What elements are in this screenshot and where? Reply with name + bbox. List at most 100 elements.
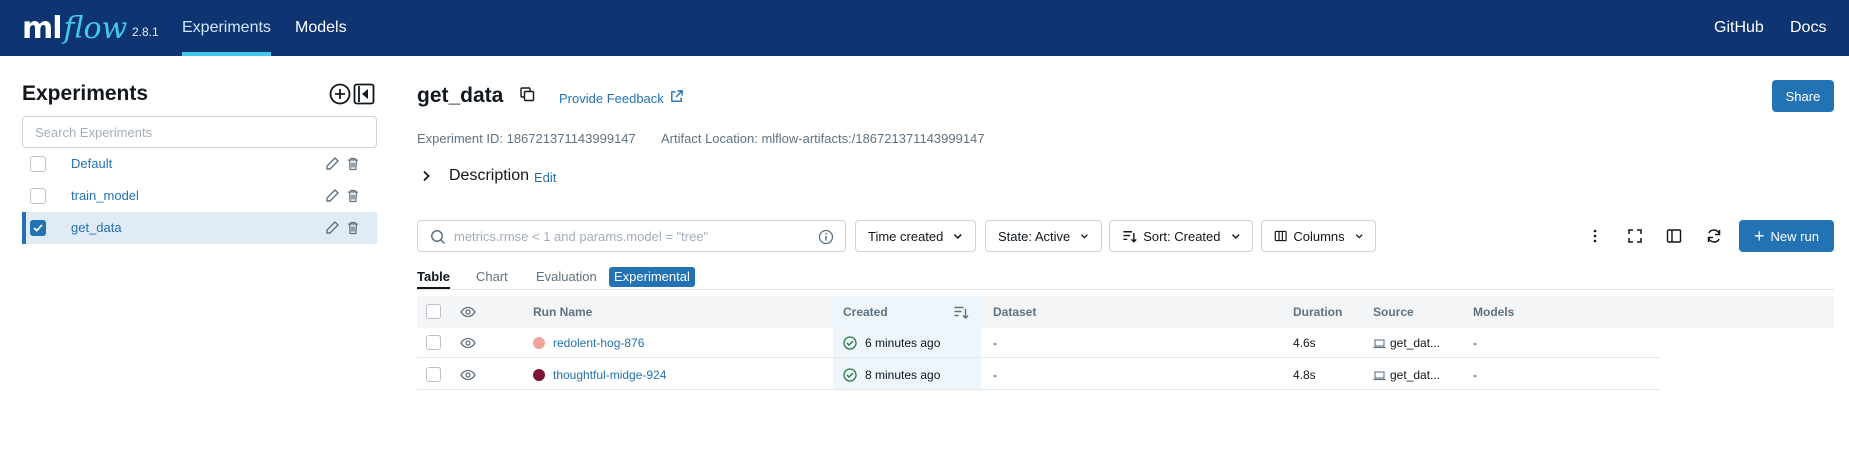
column-header-created[interactable]: Created: [843, 305, 888, 319]
columns-dropdown[interactable]: Columns: [1261, 220, 1376, 252]
search-experiments-input[interactable]: [22, 116, 377, 148]
run-color-dot[interactable]: [533, 337, 545, 349]
columns-icon: [1274, 230, 1287, 242]
experiment-name[interactable]: train_model: [71, 188, 139, 203]
add-experiment-icon[interactable]: [329, 83, 351, 105]
experimental-badge: Experimental: [609, 267, 695, 287]
tab-evaluation[interactable]: Evaluation: [536, 269, 597, 284]
nav-models[interactable]: Models: [295, 0, 347, 56]
time-created-dropdown[interactable]: Time created: [855, 220, 976, 252]
logo-ml-text: ml: [22, 10, 63, 46]
check-circle-icon: [843, 336, 857, 350]
sidebar-item-get-data[interactable]: get_data: [22, 212, 377, 244]
new-run-label: New run: [1770, 228, 1819, 244]
state-label: State: Active: [998, 228, 1071, 244]
sort-dropdown[interactable]: Sort: Created: [1109, 220, 1253, 252]
tabs-divider: [417, 289, 1834, 290]
dataset-value: -: [993, 336, 997, 350]
more-options-icon[interactable]: [1587, 228, 1603, 244]
column-header-source[interactable]: Source: [1373, 305, 1414, 319]
side-panel-icon[interactable]: [1666, 228, 1682, 244]
trash-icon[interactable]: [345, 156, 361, 172]
duration-value: 4.6s: [1293, 336, 1316, 350]
experiment-checkbox[interactable]: [30, 156, 46, 172]
eye-icon[interactable]: [460, 335, 476, 351]
edit-icon[interactable]: [324, 220, 340, 236]
run-search-box[interactable]: [417, 220, 846, 252]
row-divider: [417, 389, 1660, 390]
column-header-run-name[interactable]: Run Name: [533, 305, 592, 319]
external-link-icon[interactable]: [669, 89, 684, 104]
created-value: 6 minutes ago: [865, 336, 941, 350]
top-navbar: ml flow 2.8.1 Experiments Models GitHub D…: [0, 0, 1849, 56]
tab-chart[interactable]: Chart: [476, 269, 508, 284]
fullscreen-icon[interactable]: [1627, 228, 1643, 244]
sidebar-title: Experiments: [22, 82, 149, 105]
source-value[interactable]: get_dat...: [1390, 368, 1440, 382]
column-header-dataset[interactable]: Dataset: [993, 305, 1036, 319]
edit-icon[interactable]: [324, 156, 340, 172]
run-color-dot[interactable]: [533, 369, 545, 381]
provide-feedback-link[interactable]: Provide Feedback: [559, 91, 664, 106]
plus-icon: +: [1754, 226, 1765, 246]
eye-icon[interactable]: [460, 304, 476, 320]
experiment-title: get_data: [417, 84, 504, 107]
experiment-name[interactable]: get_data: [71, 220, 122, 235]
run-search-input[interactable]: [454, 226, 804, 246]
duration-value: 4.8s: [1293, 368, 1316, 382]
refresh-icon[interactable]: [1706, 228, 1722, 244]
share-button[interactable]: Share: [1772, 80, 1834, 112]
chevron-right-icon[interactable]: [419, 169, 433, 183]
artifact-location: Artifact Location: mlflow-artifacts:/186…: [661, 131, 985, 146]
copy-icon[interactable]: [519, 86, 535, 102]
eye-icon[interactable]: [460, 367, 476, 383]
checkmark-icon: [33, 224, 43, 232]
source-value[interactable]: get_dat...: [1390, 336, 1440, 350]
chevron-down-icon: [1355, 234, 1363, 239]
nav-github[interactable]: GitHub: [1714, 0, 1764, 56]
time-created-label: Time created: [868, 228, 944, 244]
laptop-icon: [1373, 339, 1386, 349]
new-run-button[interactable]: + New run: [1739, 220, 1834, 252]
sidebar-item-train-model[interactable]: train_model: [22, 180, 377, 212]
version-label: 2.8.1: [132, 25, 159, 39]
sort-label: Sort: Created: [1143, 228, 1221, 244]
sidebar-item-default[interactable]: Default: [22, 148, 377, 180]
edit-icon[interactable]: [324, 188, 340, 204]
experiment-checkbox[interactable]: [30, 188, 46, 204]
experiment-name[interactable]: Default: [71, 156, 112, 171]
sort-icon: [1123, 231, 1137, 243]
logo-flow-text: flow: [63, 10, 128, 46]
trash-icon[interactable]: [345, 188, 361, 204]
row-checkbox[interactable]: [426, 335, 441, 350]
experiment-checkbox-checked[interactable]: [30, 220, 46, 236]
column-header-models[interactable]: Models: [1473, 305, 1514, 319]
dataset-value: -: [993, 368, 997, 382]
laptop-icon: [1373, 371, 1386, 381]
models-value: -: [1473, 368, 1477, 382]
collapse-sidebar-icon[interactable]: [353, 83, 375, 105]
search-icon: [431, 230, 446, 245]
state-dropdown[interactable]: State: Active: [985, 220, 1102, 252]
select-all-checkbox[interactable]: [426, 304, 441, 319]
mlflow-logo[interactable]: ml flow: [22, 4, 127, 52]
tab-table[interactable]: Table: [417, 269, 450, 284]
description-label[interactable]: Description: [449, 167, 529, 185]
check-circle-icon: [843, 368, 857, 382]
chevron-down-icon: [1081, 234, 1089, 239]
table-header: [417, 296, 1834, 328]
info-icon[interactable]: [818, 229, 834, 245]
experiment-id: Experiment ID: 186721371143999147: [417, 131, 636, 146]
row-checkbox[interactable]: [426, 367, 441, 382]
columns-label: Columns: [1293, 228, 1345, 244]
run-name-link[interactable]: thoughtful-midge-924: [553, 368, 666, 382]
sort-descending-icon[interactable]: [953, 304, 969, 320]
trash-icon[interactable]: [345, 220, 361, 236]
column-header-duration[interactable]: Duration: [1293, 305, 1342, 319]
run-name-link[interactable]: redolent-hog-876: [553, 336, 644, 350]
description-edit-link[interactable]: Edit: [534, 170, 556, 185]
nav-experiments[interactable]: Experiments: [182, 0, 271, 56]
chevron-down-icon: [954, 234, 963, 239]
nav-docs[interactable]: Docs: [1790, 0, 1826, 56]
active-tab-indicator: [417, 287, 450, 289]
